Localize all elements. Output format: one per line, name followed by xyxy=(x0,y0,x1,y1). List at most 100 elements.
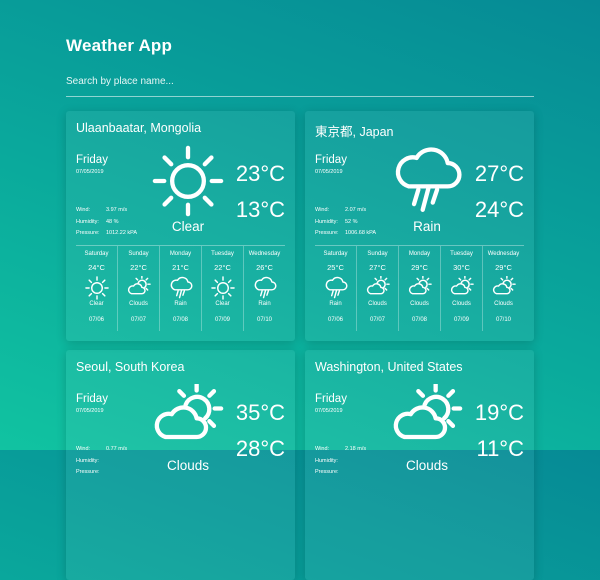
city-name: Seoul, South Korea xyxy=(76,360,185,374)
sun-icon xyxy=(210,276,235,302)
forecast-day-name: Wednesday xyxy=(248,251,281,257)
humidity-label: Humidity: xyxy=(76,457,99,464)
condition-label: Clouds xyxy=(166,458,210,473)
forecast-day: Tuesday 30°C Clouds 07/09 xyxy=(440,246,482,331)
cloud-sun-icon xyxy=(127,275,151,302)
temp-high: 35°C xyxy=(235,400,285,425)
wind-label: Wind: xyxy=(315,207,330,213)
cloud-sun-icon xyxy=(408,275,432,302)
search-bar xyxy=(66,70,534,97)
forecast-row: Saturday 24°C Clear 07/06 Sunday 22°C Cl… xyxy=(76,246,285,331)
cloud-sun-icon xyxy=(492,275,516,302)
forecast-day: Wednesday 29°C Clouds 07/10 xyxy=(482,246,524,331)
forecast-day-name: Tuesday xyxy=(450,251,473,257)
forecast-temp: 29°C xyxy=(411,263,428,272)
rain-icon xyxy=(253,276,277,302)
current-day: Friday xyxy=(315,154,347,166)
forecast-day: Wednesday 26°C Rain 07/10 xyxy=(243,246,285,331)
weather-card[interactable]: Ulaanbaatar, Mongolia Friday 07/05/2019 … xyxy=(66,111,295,341)
forecast-date: 07/06 xyxy=(88,317,104,323)
current-day: Friday xyxy=(76,393,108,405)
city-name: 東京都, Japan xyxy=(315,125,394,139)
temp-high: 23°C xyxy=(235,161,285,186)
forecast-day: Sunday 22°C Clouds 07/07 xyxy=(117,246,159,331)
weather-card[interactable]: Seoul, South Korea Friday 07/05/2019 35°… xyxy=(66,350,295,580)
search-input[interactable] xyxy=(66,70,534,92)
cloud-sun-icon xyxy=(450,275,474,302)
pressure-label: Pressure: xyxy=(76,469,100,475)
forecast-temp: 26°C xyxy=(256,263,273,272)
forecast-date: 07/07 xyxy=(130,317,146,323)
app-title: Weather App xyxy=(66,36,173,55)
wind-value: 3.97 m/s xyxy=(106,207,128,213)
weather-stats: Wind: 2.07 m/s Humidity: 52 % Pressure: 100… xyxy=(315,205,376,240)
pressure-label: Pressure: xyxy=(315,230,339,236)
forecast-date: 07/08 xyxy=(411,317,427,323)
current-day: Friday xyxy=(315,393,347,405)
forecast-date: 07/09 xyxy=(453,317,469,323)
city-name: Ulaanbaatar, Mongolia xyxy=(76,121,202,135)
forecast-day: Sunday 27°C Clouds 07/07 xyxy=(356,246,398,331)
forecast-date: 07/10 xyxy=(495,317,511,323)
pressure-value: 1012.22 kPA xyxy=(106,230,138,236)
forecast-condition: Clouds xyxy=(368,301,387,307)
forecast-condition: Clouds xyxy=(129,301,148,307)
cloud-sun-icon xyxy=(391,381,463,461)
pressure-value: 1006.68 kPA xyxy=(345,230,377,236)
forecast-condition: Rain xyxy=(258,301,271,307)
condition-label: Clouds xyxy=(405,458,449,473)
wind-value: 2.18 m/s xyxy=(345,446,367,452)
weather-stats: Wind: 0.77 m/s Humidity: Pressure: xyxy=(76,444,127,479)
current-date: 07/05/2019 xyxy=(76,169,104,175)
forecast-date: 07/10 xyxy=(256,317,272,323)
forecast-day: Saturday 24°C Clear 07/06 xyxy=(76,246,117,331)
forecast-day: Tuesday 22°C Clear 07/09 xyxy=(201,246,243,331)
forecast-temp: 21°C xyxy=(172,263,189,272)
forecast-day-name: Saturday xyxy=(323,251,348,257)
current-date: 07/05/2019 xyxy=(315,169,343,175)
rain-icon xyxy=(391,145,463,222)
forecast-day: Monday 29°C Clouds 07/08 xyxy=(398,246,440,331)
city-name: Washington, United States xyxy=(315,360,463,374)
humidity-label: Humidity: xyxy=(315,457,338,464)
weather-card[interactable]: 東京都, Japan Friday 07/05/2019 27°C 24°C R… xyxy=(305,111,534,341)
forecast-temp: 30°C xyxy=(453,263,470,272)
forecast-day-name: Monday xyxy=(408,251,431,257)
sun-icon xyxy=(84,276,109,302)
wind-value: 2.07 m/s xyxy=(345,207,367,213)
wind-label: Wind: xyxy=(76,207,91,213)
forecast-day-name: Saturday xyxy=(84,251,109,257)
cloud-sun-icon xyxy=(366,275,390,302)
forecast-condition: Rain xyxy=(174,301,187,307)
humidity-value: 48 % xyxy=(106,218,119,225)
current-date: 07/05/2019 xyxy=(76,408,104,414)
forecast-day-name: Sunday xyxy=(128,251,149,257)
forecast-temp: 27°C xyxy=(369,263,386,272)
humidity-label: Humidity: xyxy=(315,218,338,225)
forecast-temp: 22°C xyxy=(130,263,147,272)
rain-icon xyxy=(169,276,193,302)
forecast-day: Monday 21°C Rain 07/08 xyxy=(159,246,201,331)
weather-stats: Wind: 2.18 m/s Humidity: Pressure: xyxy=(315,444,366,479)
forecast-temp: 24°C xyxy=(88,263,105,272)
forecast-day-name: Wednesday xyxy=(487,251,520,257)
temp-high: 19°C xyxy=(474,400,524,425)
forecast-date: 07/09 xyxy=(214,317,230,323)
weather-stats: Wind: 3.97 m/s Humidity: 48 % Pressure: 101… xyxy=(76,205,137,240)
forecast-date: 07/08 xyxy=(172,317,188,323)
current-date: 07/05/2019 xyxy=(315,408,343,414)
temp-low: 28°C xyxy=(235,436,285,461)
forecast-condition: Clouds xyxy=(410,301,429,307)
pressure-label: Pressure: xyxy=(76,230,100,236)
forecast-temp: 29°C xyxy=(495,263,512,272)
forecast-date: 07/06 xyxy=(327,317,343,323)
weather-card[interactable]: Washington, United States Friday 07/05/2… xyxy=(305,350,534,580)
forecast-condition: Clouds xyxy=(452,301,471,307)
sun-icon xyxy=(152,145,224,222)
humidity-label: Humidity: xyxy=(76,218,99,225)
temp-low: 11°C xyxy=(476,436,524,461)
forecast-day: Saturday 25°C Rain 07/06 xyxy=(315,246,356,331)
forecast-condition: Clear xyxy=(215,301,230,307)
temp-low: 24°C xyxy=(474,197,524,222)
forecast-day-name: Tuesday xyxy=(211,251,234,257)
